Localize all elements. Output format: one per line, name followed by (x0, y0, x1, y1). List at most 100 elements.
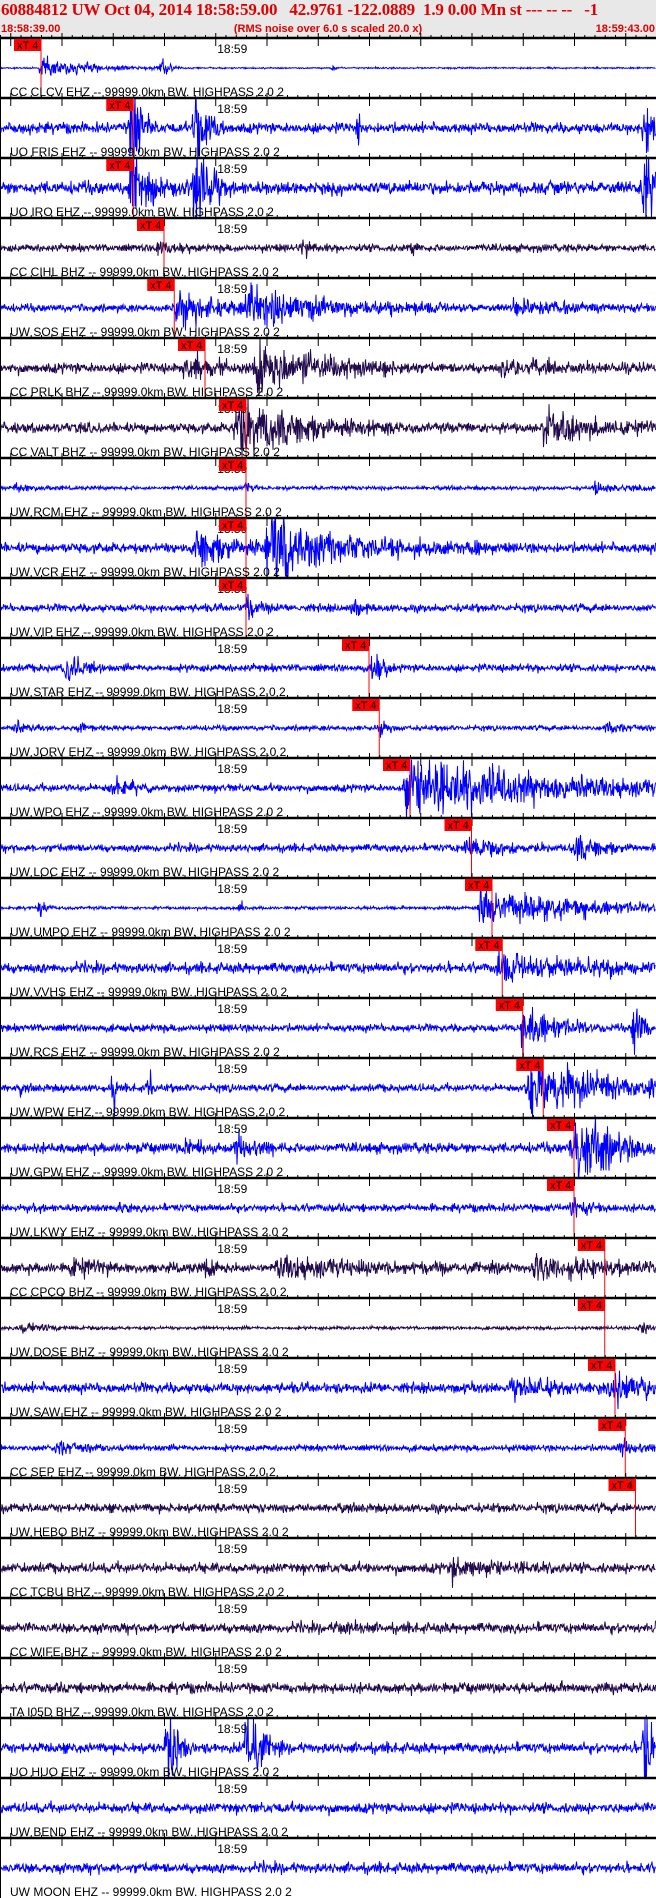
trace-row: 18:59 xT 4UW LKWY EHZ -- 99999.0km BW. HI… (0, 1173, 656, 1239)
trace-row: 18:59 xT 4CC CPCO BHZ -- 99999.0km BW. HI… (0, 1233, 656, 1299)
time-tick-label: 18:59 (217, 1842, 247, 1856)
waveform (0, 1501, 656, 1515)
waveform (0, 947, 656, 983)
pick-label: xT 4 (550, 1180, 571, 1192)
pick-label: xT 4 (386, 760, 407, 772)
trace-row: 18:59 xT 4UW HEBO BHZ -- 99999.0km BW. HI… (0, 1473, 656, 1539)
waveform (0, 1253, 656, 1282)
time-tick-label: 18:59 (217, 1782, 247, 1796)
time-tick-label: 18:59 (217, 1662, 247, 1676)
seismogram-viewer: 60884812 UW Oct 04, 2014 18:58:59.00 42.… (0, 0, 656, 1898)
trace-row: 18:59 xT 4UW GPW EHZ -- 99999.0km BW. HIG… (0, 1113, 656, 1179)
trace-row: 18:59 xT 4UW RCS EHZ -- 99999.0km BW. HIG… (0, 993, 656, 1059)
pick-label: xT 4 (181, 340, 202, 352)
trace-row: 18:59 xT 4UW LOC EHZ -- 99999.0km BW. HIG… (0, 813, 656, 879)
trace-row: 18:59UO HUO EHZ -- 99999.0km BW. HIGHPAS… (0, 1713, 656, 1779)
time-tick-label: 18:59 (217, 642, 247, 656)
waveform (0, 834, 656, 862)
waveform (0, 1556, 656, 1588)
time-tick-label: 18:59 (217, 1002, 247, 1016)
time-tick-label: 18:59 (217, 282, 247, 296)
pick-label: xT 4 (355, 700, 376, 712)
time-tick-label: 18:59 (217, 762, 247, 776)
trace-row: 18:59UW BEND EHZ -- 99999.0km BW. HIGHPA… (0, 1773, 656, 1839)
pick-label: xT 4 (150, 280, 171, 292)
pick-label: xT 4 (222, 460, 243, 472)
time-tick-label: 18:59 (217, 1062, 247, 1076)
waveform (0, 282, 656, 331)
time-tick-label: 18:59 (217, 1542, 247, 1556)
trace-row: 18:59xT 4CC CIHL BHZ -- 99999.0km BW. HI… (0, 213, 656, 279)
time-tick-label: 18:59 (217, 162, 247, 176)
trace-row: 18:59 xT 4CC SEP EHZ -- 99999.0km BW. HIG… (0, 1413, 656, 1479)
time-tick-label: 18:59 (217, 1122, 247, 1136)
trace-row: 18:59 xT 4UW JORV EHZ -- 99999.0km BW. HI… (0, 693, 656, 759)
time-tick-label: 18:59 (217, 1422, 247, 1436)
trace-row: 18:59 xT 4UW STAR EHZ -- 99999.0km BW. HI… (0, 633, 656, 699)
pick-label: xT 4 (468, 880, 489, 892)
waveform (0, 718, 656, 738)
time-tick-label: 18:59 (217, 102, 247, 116)
trace-row: 18:59 xT 4UW SAW EHZ -- 99999.0km BW. HIG… (0, 1353, 656, 1419)
trace-row: 18:59 xT 4UW VVHS EHZ -- 99999.0km BW. HI… (0, 933, 656, 999)
pick-label: xT 4 (345, 640, 366, 652)
trace-row: 18:59 UW MOON EHZ -- 99999.0km BW. HIGHPA… (0, 1833, 656, 1898)
pick-label: xT 4 (140, 220, 161, 232)
time-tick-label: 18:59 (217, 1302, 247, 1316)
waveform (0, 1437, 656, 1458)
pick-label: xT 4 (581, 1300, 602, 1312)
time-tick-label: 18:59 (217, 1182, 247, 1196)
time-tick-label: 18:59 (217, 1482, 247, 1496)
pick-label: xT 4 (519, 1060, 540, 1072)
pick-label: xT 4 (581, 1240, 602, 1252)
waveform (0, 1680, 656, 1697)
trace-row: 18:59TA I05D BHZ -- 99999.0km BW. HIGHPA… (0, 1653, 656, 1719)
trace-panel: 18:59xT 4CC CLCV EHZ -- 99999.0km BW. HI… (0, 33, 656, 1898)
trace-row: 18:59 xT 4UW DOSE BHZ -- 99999.0km BW. HI… (0, 1293, 656, 1359)
waveform (0, 1197, 656, 1218)
trace-row: 18:59xT 4UW VIP EHZ -- 99999.0km BW. HIG… (0, 573, 656, 639)
waveform (0, 1859, 656, 1876)
waveform (0, 239, 656, 259)
trace-row: 18:59CC WIFE BHZ -- 99999.0km BW. HIGHPA… (0, 1593, 656, 1659)
waveform (0, 1619, 656, 1636)
pick-label: xT 4 (612, 1480, 633, 1492)
time-tick-label: 18:59 (217, 1602, 247, 1616)
waveform (0, 1322, 656, 1335)
time-tick-label: 18:59 (217, 1362, 247, 1376)
trace-row: 18:59 xT 4UW WPW EHZ -- 99999.0km BW. HIG… (0, 1053, 656, 1119)
waveform (0, 653, 656, 681)
pick-label: xT 4 (478, 940, 499, 952)
trace-row: 18:59CC TCBU BHZ -- 99999.0km BW. HIGHPA… (0, 1533, 656, 1599)
trace-row: 18:59xT 4CC PRLK BHZ -- 99999.0km BW. HI… (0, 333, 656, 399)
trace-row: 18:59 xT 4UW UMPQ EHZ -- 99999.0km BW. HI… (0, 873, 656, 939)
pick-label: xT 4 (550, 1120, 571, 1132)
time-tick-label: 18:59 (217, 1722, 247, 1736)
pick-label: xT 4 (222, 400, 243, 412)
trace-row: 18:59xT 4CC CLCV EHZ -- 99999.0km BW. HI… (0, 33, 656, 99)
pick-label: xT 4 (109, 160, 130, 172)
time-tick-label: 18:59 (217, 942, 247, 956)
pick-label: xT 4 (448, 820, 469, 832)
trace-row: 18:59xT 4CC VALT BHZ -- 99999.0km BW. HI… (0, 393, 656, 459)
time-tick-label: 18:59 (217, 702, 247, 716)
trace-row: 18:59xT 4UW RCM EHZ -- 99999.0km BW. HIG… (0, 453, 656, 519)
time-tick-label: 18:59 (217, 882, 247, 896)
station-label: UW MOON EHZ -- 99999.0km BW. HIGHPASS 2.… (10, 1885, 292, 1898)
pick-label: xT 4 (109, 100, 130, 112)
waveform (0, 480, 656, 496)
pick-label: xT 4 (499, 1000, 520, 1012)
time-tick-label: 18:59 (217, 342, 247, 356)
pick-label: xT 4 (222, 580, 243, 592)
pick-label: xT 4 (17, 40, 38, 52)
waveform (0, 1800, 656, 1817)
trace-row: 18:59xT 4UW SOS EHZ -- 99999.0km BW. HIG… (0, 273, 656, 339)
pick-label: xT 4 (601, 1420, 622, 1432)
pick-label: xT 4 (222, 520, 243, 532)
time-tick-label: 18:59 (217, 222, 247, 236)
trace-row: 18:59 xT 4UW WPO EHZ -- 99999.0km BW. HIG… (0, 753, 656, 819)
time-tick-label: 18:59 (217, 42, 247, 56)
pick-label: xT 4 (591, 1360, 612, 1372)
waveform (0, 593, 656, 621)
waveform (0, 884, 656, 925)
